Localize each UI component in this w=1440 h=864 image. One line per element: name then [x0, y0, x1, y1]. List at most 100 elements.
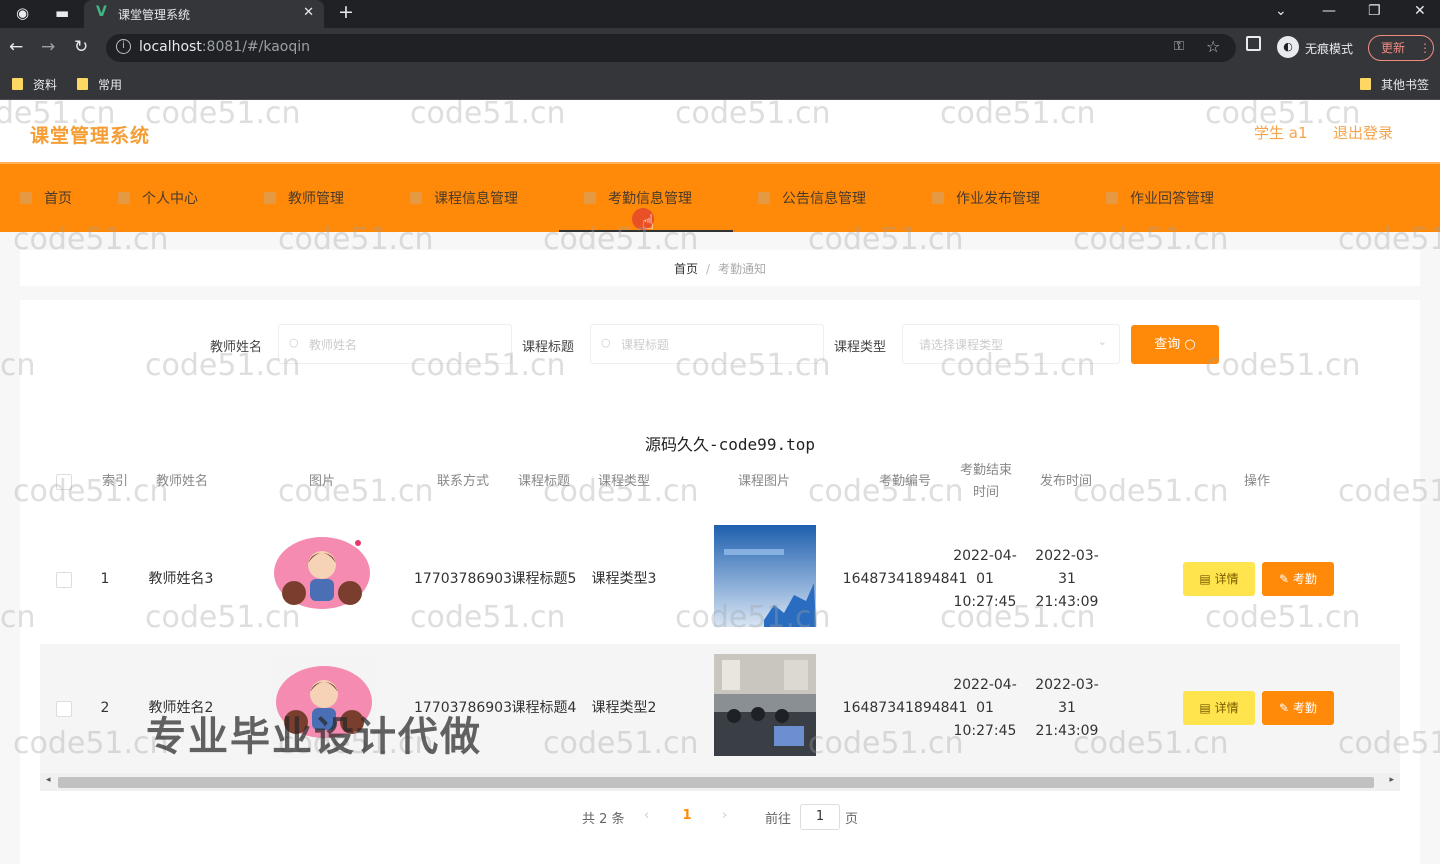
- teacher-filter-label: 教师姓名: [210, 340, 263, 355]
- menu-item-courses[interactable]: 课程信息管理: [410, 188, 518, 210]
- breadcrumb-separator: /: [705, 262, 711, 276]
- course-type-placeholder: 请选择课程类型: [919, 338, 1004, 352]
- bookmark-folder-changyong[interactable]: 常用: [77, 76, 122, 93]
- prev-page-icon[interactable]: ‹: [644, 808, 649, 823]
- bookmark-label: 常用: [98, 78, 123, 92]
- browser-tab[interactable]: V 课堂管理系统 ✕: [84, 0, 324, 28]
- column-header: 操作: [1243, 474, 1270, 489]
- bookmark-star-icon[interactable]: ☆: [1206, 37, 1220, 56]
- breadcrumb-home[interactable]: 首页: [674, 262, 698, 276]
- attend-button[interactable]: ✎ 考勤: [1262, 562, 1334, 596]
- forward-icon[interactable]: →: [41, 37, 55, 57]
- column-header: 课程图片: [737, 474, 790, 489]
- column-header: 联系方式: [436, 474, 489, 489]
- reload-icon[interactable]: ↻: [74, 37, 88, 57]
- detail-button[interactable]: ▤ 详情: [1183, 691, 1255, 725]
- select-all-checkbox[interactable]: [56, 474, 72, 490]
- course-type: 课程类型2: [591, 700, 657, 716]
- detail-button[interactable]: ▤ 详情: [1183, 562, 1255, 596]
- app-header: 课堂管理系统 学生 a1 退出登录: [0, 100, 1440, 162]
- scroll-right-icon[interactable]: ▸: [1389, 775, 1394, 785]
- menu-label: 教师管理: [288, 191, 344, 207]
- new-tab-icon[interactable]: +: [338, 1, 354, 23]
- attendance-number: 16487341894841: [842, 700, 968, 716]
- menu-label: 公告信息管理: [782, 191, 866, 207]
- pagination-page[interactable]: 1: [677, 808, 697, 823]
- column-header: 课程标题: [517, 474, 570, 489]
- pagination-goto-input[interactable]: 1: [800, 804, 840, 830]
- password-key-icon[interactable]: ⚿: [1174, 39, 1184, 54]
- grid-icon: [584, 192, 596, 204]
- brand-title: 课堂管理系统: [30, 125, 151, 147]
- site-info-icon[interactable]: i: [116, 39, 131, 54]
- main-menu: 首页 个人中心 教师管理 课程信息管理 考勤信息管理 公告信息管理 作业发布管理…: [0, 162, 1440, 232]
- browser-icon: ◉: [16, 4, 30, 22]
- incognito-icon[interactable]: ◐: [1277, 36, 1299, 58]
- table-row: 1 教师姓名3 17703786903 课程标题5 课程类型3 16487341…: [40, 515, 1400, 644]
- column-header: 考勤编号: [878, 474, 931, 489]
- tab-search-icon[interactable]: ⌄: [1275, 3, 1287, 19]
- menu-item-profile[interactable]: 个人中心: [118, 188, 198, 210]
- tab-close-icon[interactable]: ✕: [303, 5, 314, 20]
- next-page-icon[interactable]: ›: [722, 808, 727, 823]
- attend-label: 考勤: [1292, 572, 1317, 586]
- restore-icon[interactable]: ❐: [1368, 3, 1381, 19]
- course-title-filter-label: 课程标题: [522, 340, 575, 355]
- bookmarks-bar: 资料 常用 其他书签: [0, 68, 1440, 100]
- column-header: 发布时间: [1039, 474, 1092, 489]
- menu-item-home[interactable]: 首页: [20, 188, 72, 210]
- close-window-icon[interactable]: ✕: [1414, 3, 1426, 19]
- menu-item-homework-publish[interactable]: 作业发布管理: [932, 188, 1040, 210]
- tab-title: 课堂管理系统: [118, 8, 191, 22]
- pagination-goto-label: 前往: [765, 812, 792, 827]
- edit-icon: ✎: [1279, 572, 1293, 586]
- window-icon[interactable]: ▬: [55, 4, 69, 22]
- menu-label: 考勤信息管理: [608, 191, 692, 207]
- browser-tab-bar: ◉ ▬ V 课堂管理系统 ✕ + ⌄ — ❐ ✕: [0, 0, 1440, 28]
- grid-icon: [758, 192, 770, 204]
- course-type-filter-label: 课程类型: [834, 340, 887, 355]
- document-icon: ▤: [1199, 701, 1215, 715]
- scrollbar-thumb[interactable]: [58, 777, 1374, 788]
- back-icon[interactable]: ←: [9, 37, 23, 57]
- url-field[interactable]: i localhost:8081/#/kaoqin ⚿ ☆: [106, 34, 1236, 62]
- menu-label: 作业发布管理: [956, 191, 1040, 207]
- minimize-icon[interactable]: —: [1322, 3, 1336, 19]
- other-bookmarks[interactable]: 其他书签: [1360, 76, 1429, 93]
- publish-time: 2022-03-31 21:43:09: [1035, 677, 1099, 739]
- menu-item-homework-answers[interactable]: 作业回答管理: [1106, 188, 1214, 210]
- search-icon: ○: [1184, 337, 1196, 352]
- menu-item-attendance[interactable]: 考勤信息管理: [584, 188, 692, 210]
- folder-icon: [12, 78, 23, 90]
- course-type: 课程类型3: [591, 571, 657, 587]
- table-horizontal-scrollbar[interactable]: ◂ ▸: [40, 773, 1400, 791]
- more-menu-icon[interactable]: ⋮: [1419, 41, 1431, 55]
- row-checkbox[interactable]: [56, 701, 72, 717]
- teacher-placeholder: 教师姓名: [309, 338, 358, 352]
- course-type-select[interactable]: 请选择课程类型 ⌄: [902, 324, 1120, 364]
- detail-label: 详情: [1214, 572, 1239, 586]
- attendance-number: 16487341894841: [842, 571, 968, 587]
- search-icon: ○: [601, 336, 611, 349]
- attendance-end-time: 2022-04-01 10:27:45: [953, 548, 1017, 610]
- bookmark-label: 资料: [33, 78, 58, 92]
- query-button[interactable]: 查询 ○: [1131, 325, 1219, 364]
- document-icon: ▤: [1199, 572, 1215, 586]
- side-panel-icon[interactable]: [1246, 36, 1261, 51]
- menu-item-teachers[interactable]: 教师管理: [264, 188, 344, 210]
- menu-item-notices[interactable]: 公告信息管理: [758, 188, 866, 210]
- attend-button[interactable]: ✎ 考勤: [1262, 691, 1334, 725]
- update-button[interactable]: 更新 ⋮: [1368, 35, 1434, 61]
- query-label: 查询: [1154, 337, 1181, 352]
- course-title: 课程标题4: [511, 700, 577, 716]
- course-image: [714, 654, 816, 756]
- course-title-search-input[interactable]: ○ 课程标题: [590, 324, 824, 364]
- bookmark-folder-ziliao[interactable]: 资料: [12, 76, 57, 93]
- logout-link[interactable]: 退出登录: [1333, 122, 1393, 143]
- grid-icon: [1106, 192, 1118, 204]
- url-path: :8081/#/kaoqin: [201, 39, 311, 55]
- row-checkbox[interactable]: [56, 572, 72, 588]
- current-user: 学生 a1: [1254, 124, 1308, 142]
- teacher-search-input[interactable]: ○ 教师姓名: [278, 324, 512, 364]
- scroll-left-icon[interactable]: ◂: [46, 775, 51, 785]
